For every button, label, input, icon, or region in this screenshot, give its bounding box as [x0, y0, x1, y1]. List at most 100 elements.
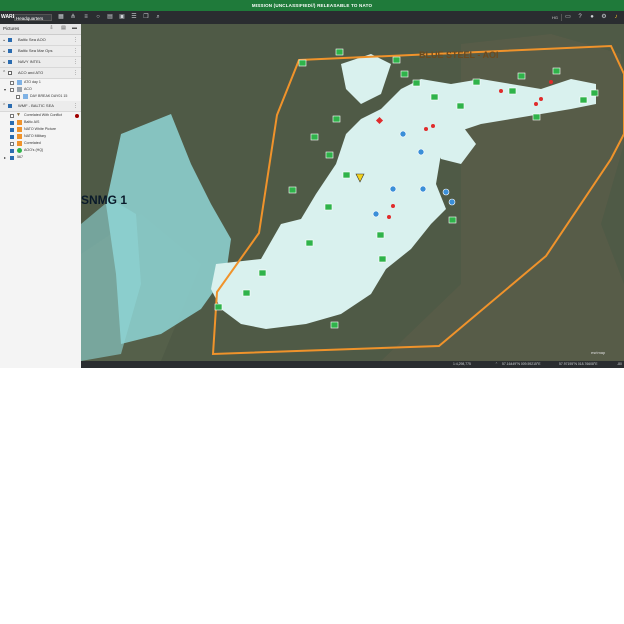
chevron-down-icon[interactable]: ⌄	[2, 46, 6, 56]
layers-icon[interactable]: ☰	[130, 13, 138, 21]
list-item[interactable]: Baltic AIS	[0, 119, 81, 126]
item-checkbox[interactable]	[10, 148, 14, 153]
friendly-unit-marker[interactable]	[325, 151, 334, 159]
friendly-unit-marker[interactable]	[472, 78, 481, 86]
headquarters-select[interactable]: Headquarters	[14, 14, 52, 21]
document-icon[interactable]: ▣	[118, 13, 126, 21]
layer-row[interactable]: ⌄ Baltic Sea AOO ⋮	[0, 35, 81, 46]
neutral-unit-marker[interactable]	[372, 210, 380, 218]
item-checkbox[interactable]	[10, 155, 14, 160]
list-item[interactable]: NATO Military	[0, 133, 81, 140]
settings-icon[interactable]: ⚙	[600, 13, 608, 21]
friendly-unit-marker[interactable]	[392, 56, 401, 64]
hostile-unit-marker[interactable]	[431, 124, 435, 128]
friendly-unit-marker[interactable]	[242, 289, 251, 297]
table-icon[interactable]: ▤	[106, 13, 114, 21]
layer-row[interactable]: ⌄ NAVY INTEL ⋮	[0, 57, 81, 68]
friendly-unit-marker[interactable]	[590, 89, 599, 97]
friendly-unit-marker[interactable]	[376, 231, 385, 239]
neutral-unit-marker[interactable]	[399, 130, 407, 138]
hostile-unit-marker[interactable]	[534, 102, 538, 106]
friendly-unit-marker[interactable]	[579, 96, 588, 104]
item-checkbox[interactable]	[10, 134, 14, 139]
grid-icon[interactable]: ▦	[57, 13, 65, 21]
friendly-unit-marker[interactable]	[335, 48, 344, 56]
more-options-icon[interactable]: ⋮	[73, 35, 78, 45]
friendly-unit-marker[interactable]	[508, 87, 517, 95]
map-canvas[interactable]: BLUE STEEL - AOI SNMG 1 esrimap	[81, 24, 624, 361]
list-item[interactable]: ▸ 567	[0, 154, 81, 161]
caret-down-icon[interactable]: ▾	[4, 86, 6, 93]
list-item[interactable]: NATO White Picture	[0, 126, 81, 133]
neutral-unit-marker[interactable]	[389, 185, 397, 193]
friendly-unit-marker[interactable]	[310, 133, 319, 141]
friendly-unit-marker[interactable]	[532, 113, 541, 121]
friendly-unit-marker[interactable]	[400, 70, 409, 78]
friendly-unit-marker[interactable]	[342, 171, 351, 179]
list-item[interactable]: DAY BREAK DAY01 15	[0, 93, 81, 100]
hostile-unit-marker[interactable]	[391, 204, 395, 208]
layer-checkbox[interactable]	[8, 71, 12, 75]
item-checkbox[interactable]	[10, 120, 14, 125]
friendly-unit-marker[interactable]	[332, 115, 341, 123]
chevron-up-icon[interactable]: ⌃	[495, 361, 498, 368]
layer-row[interactable]: ⌄ Baltic Sea Mar Ops ⋮	[0, 46, 81, 57]
layer-row[interactable]: ⌃ WMF - BALTIC SEA ⋮	[0, 101, 81, 112]
friendly-unit-marker[interactable]	[448, 216, 457, 224]
chevron-down-icon[interactable]: ⌄	[2, 57, 6, 67]
item-checkbox[interactable]	[10, 80, 14, 85]
menu-icon[interactable]: ▭	[564, 13, 572, 21]
layer-checkbox[interactable]	[8, 104, 12, 108]
friendly-unit-marker[interactable]	[378, 255, 387, 263]
neutral-unit-marker[interactable]	[417, 148, 425, 156]
list-item[interactable]: ▼ Correlated With Conflict	[0, 112, 81, 119]
friendly-unit-marker[interactable]	[324, 203, 333, 211]
friendly-unit-marker[interactable]	[298, 59, 307, 67]
list-item[interactable]: ATO day 1	[0, 79, 81, 86]
folder-icon[interactable]: ▬	[71, 25, 78, 32]
chevron-up-icon[interactable]: ⌃	[2, 101, 6, 111]
chevron-down-icon[interactable]: ⌄	[2, 35, 6, 45]
layer-checkbox[interactable]	[8, 60, 12, 64]
layer-row[interactable]: ⌃ ACO and ATO ⋮	[0, 68, 81, 79]
copy-icon[interactable]: ❐	[142, 13, 150, 21]
list-item[interactable]: ▾ ACO	[0, 86, 81, 93]
hostile-unit-marker[interactable]	[539, 97, 543, 101]
help-icon[interactable]: ?	[576, 13, 584, 21]
pin-icon[interactable]: ⇩	[48, 25, 55, 32]
hierarchy-icon[interactable]: ⋔	[69, 13, 77, 21]
list-item[interactable]: AOO's (HQ)	[0, 147, 81, 154]
friendly-unit-marker[interactable]	[305, 239, 314, 247]
friendly-unit-marker[interactable]	[288, 186, 297, 194]
search-icon[interactable]: ⌕	[154, 13, 162, 21]
friendly-unit-marker[interactable]	[412, 79, 421, 87]
friendly-unit-marker[interactable]	[430, 93, 439, 101]
hostile-unit-marker[interactable]	[424, 127, 428, 131]
add-picture-icon[interactable]: ▤	[60, 25, 67, 32]
chevron-up-icon[interactable]: ⌃	[2, 68, 6, 78]
layer-checkbox[interactable]	[8, 38, 12, 42]
friendly-unit-marker[interactable]	[214, 303, 223, 311]
circle-icon[interactable]: ○	[94, 13, 102, 21]
neutral-unit-marker[interactable]	[419, 185, 427, 193]
hostile-unit-marker[interactable]	[499, 89, 503, 93]
bell-icon[interactable]: ♪	[612, 13, 620, 21]
list-item[interactable]: Correlated	[0, 140, 81, 147]
friendly-unit-marker[interactable]	[330, 321, 339, 329]
hostile-unit-marker[interactable]	[549, 80, 553, 84]
hostile-unit-marker[interactable]	[387, 215, 391, 219]
item-checkbox[interactable]	[10, 141, 14, 146]
friendly-unit-marker[interactable]	[552, 67, 561, 75]
more-options-icon[interactable]: ⋮	[73, 101, 78, 111]
more-options-icon[interactable]: ⋮	[73, 46, 78, 56]
neutral-unit-marker[interactable]	[442, 188, 450, 196]
list-icon[interactable]: ≡	[82, 13, 90, 21]
friendly-unit-marker[interactable]	[456, 102, 465, 110]
neutral-unit-marker[interactable]	[448, 198, 456, 206]
user-icon[interactable]: ●	[588, 13, 596, 21]
layer-checkbox[interactable]	[8, 49, 12, 53]
item-checkbox[interactable]	[10, 87, 14, 92]
map-view[interactable]: BLUE STEEL - AOI SNMG 1 esrimap	[81, 24, 624, 361]
item-checkbox[interactable]	[10, 127, 14, 132]
more-options-icon[interactable]: ⋮	[73, 57, 78, 67]
